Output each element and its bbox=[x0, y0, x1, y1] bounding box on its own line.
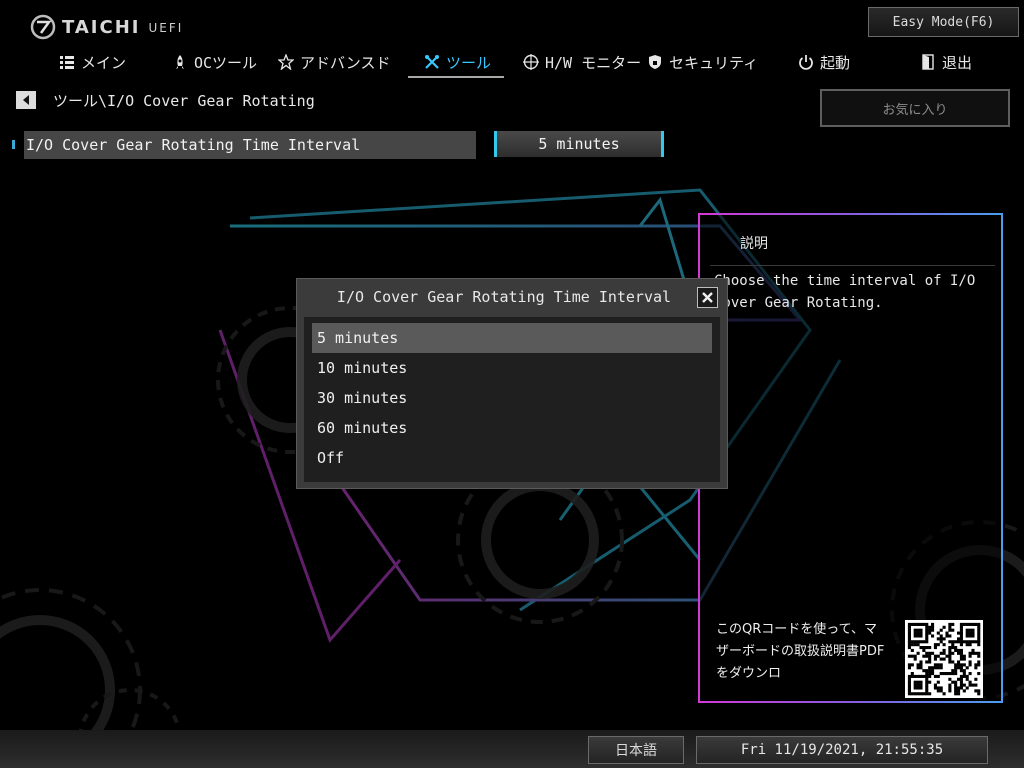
brand-name: TAICHI bbox=[62, 16, 141, 38]
datetime-display[interactable]: Fri 11/19/2021, 21:55:35 bbox=[696, 736, 988, 764]
option-10-minutes[interactable]: 10 minutes bbox=[312, 353, 712, 383]
brand-logo: TAICHI UEFI bbox=[30, 12, 183, 42]
tab-exit[interactable]: 退出 bbox=[920, 48, 972, 76]
tab-label: OCツール bbox=[194, 53, 258, 72]
tab-boot[interactable]: 起動 bbox=[798, 48, 850, 76]
exit-door-icon bbox=[922, 54, 934, 70]
tab-security[interactable]: セキュリティ bbox=[647, 48, 758, 76]
crosshair-icon bbox=[523, 54, 539, 70]
tools-icon bbox=[425, 55, 439, 69]
popup-title: I/O Cover Gear Rotating Time Interval bbox=[336, 288, 672, 306]
tab-label: 起動 bbox=[820, 53, 851, 72]
option-30-minutes[interactable]: 30 minutes bbox=[312, 383, 712, 413]
option-60-minutes[interactable]: 60 minutes bbox=[312, 413, 712, 443]
row-marker bbox=[12, 140, 15, 149]
breadcrumb: ツール\I/O Cover Gear Rotating bbox=[53, 92, 315, 110]
shield-icon bbox=[649, 55, 661, 69]
popup-option-list: 5 minutes 10 minutes 30 minutes 60 minut… bbox=[304, 317, 720, 482]
tab-label: ツール bbox=[446, 53, 492, 72]
tab-advanced[interactable]: アドバンスド bbox=[278, 48, 390, 76]
tab-hw-monitor[interactable]: H/W モニター bbox=[523, 48, 641, 76]
tab-label: アドバンスド bbox=[300, 53, 391, 72]
rocket-icon bbox=[176, 55, 184, 69]
setting-label[interactable]: I/O Cover Gear Rotating Time Interval bbox=[24, 131, 476, 159]
option-off[interactable]: Off bbox=[312, 443, 712, 473]
description-panel: 説明 Choose the time interval of I/O Cover… bbox=[698, 213, 1003, 703]
favorite-button[interactable]: お気に入り bbox=[820, 89, 1010, 127]
tab-label: H/W モニター bbox=[545, 53, 642, 72]
close-icon bbox=[702, 292, 713, 303]
close-button[interactable] bbox=[697, 287, 718, 308]
language-button[interactable]: 日本語 bbox=[588, 736, 684, 764]
tab-label: メイン bbox=[81, 53, 127, 72]
list-icon bbox=[60, 56, 74, 69]
option-popup: I/O Cover Gear Rotating Time Interval 5 … bbox=[296, 278, 728, 489]
active-tab-underline bbox=[408, 76, 504, 78]
tab-label: 退出 bbox=[942, 53, 973, 72]
qr-caption: このQRコードを使って、マザーボードの取扱説明書PDFをダウンロ bbox=[716, 622, 885, 681]
tab-main[interactable]: メイン bbox=[59, 48, 126, 76]
description-divider bbox=[710, 265, 995, 266]
tab-oc-tools[interactable]: OCツール bbox=[172, 48, 257, 76]
easy-mode-button[interactable]: Easy Mode(F6) bbox=[868, 7, 1019, 37]
description-title: 説明 bbox=[740, 236, 768, 252]
description-text: Choose the time interval of I/O Cover Ge… bbox=[714, 273, 976, 311]
star-icon bbox=[278, 54, 294, 70]
tab-label: セキュリティ bbox=[669, 53, 759, 72]
back-button[interactable] bbox=[16, 91, 36, 109]
taichi-logo-icon bbox=[30, 14, 56, 40]
qr-code-icon[interactable] bbox=[905, 620, 983, 698]
brand-sub: UEFI bbox=[148, 21, 184, 35]
main-nav: メイン OCツール アドバンスド ツール H/W モニター セキュリティ 起動 … bbox=[0, 48, 1024, 78]
setting-value-dropdown[interactable]: 5 minutes bbox=[494, 131, 664, 157]
option-5-minutes[interactable]: 5 minutes bbox=[312, 323, 712, 353]
power-icon bbox=[799, 55, 813, 70]
tab-tools[interactable]: ツール bbox=[424, 48, 491, 76]
back-arrow-icon bbox=[23, 95, 29, 105]
